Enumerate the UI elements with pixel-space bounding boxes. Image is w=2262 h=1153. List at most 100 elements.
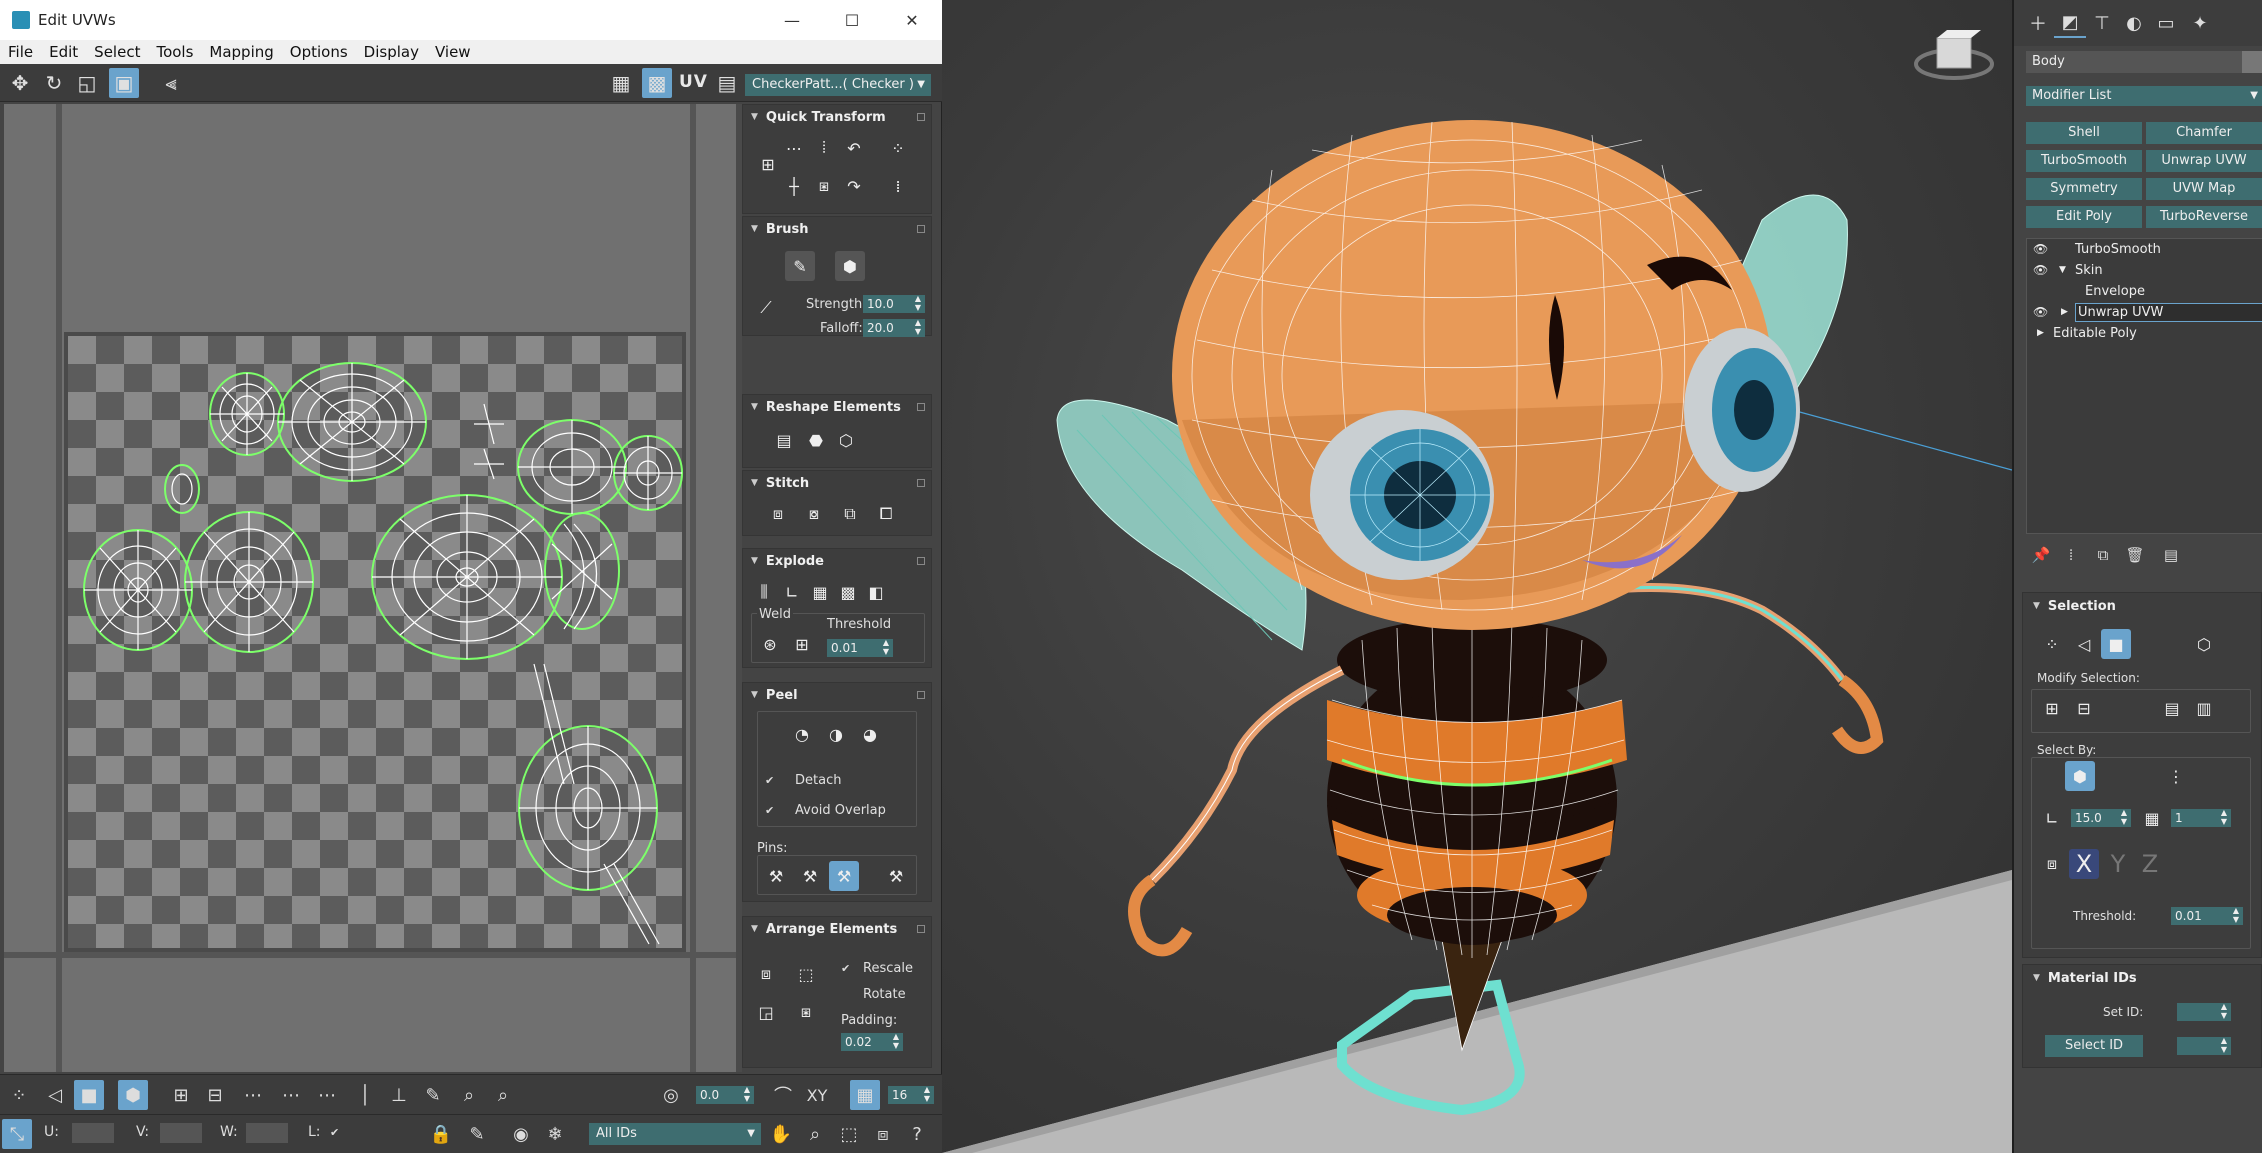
straighten-icon[interactable]: ⧆ (809, 171, 839, 201)
eye-icon[interactable]: 👁 (2033, 260, 2048, 281)
axis-x-button[interactable]: X (2069, 849, 2099, 879)
brush-header[interactable]: ▼ Brush (743, 217, 931, 241)
expand-icon[interactable]: ▶ (2037, 323, 2044, 344)
peel-mode-icon[interactable]: ◑ (821, 719, 851, 749)
vertex-select-icon[interactable]: ⁘ (2037, 629, 2067, 659)
display-tab-icon[interactable]: ▭ (2150, 8, 2182, 38)
checker-map-dropdown[interactable]: CheckerPatt...( Checker ) ▼ (745, 74, 931, 96)
falloff-curve-icon[interactable]: ⌒ (768, 1080, 798, 1110)
menu-display[interactable]: Display (356, 43, 427, 61)
u-field[interactable] (72, 1123, 114, 1143)
polygon-mode-icon[interactable]: ■ (74, 1080, 104, 1110)
stack-item-unwrap-uvw[interactable]: 👁 ▶ Unwrap UVW (2027, 302, 2262, 323)
quick-peel-icon[interactable]: ◔ (787, 719, 817, 749)
weld-selected-icon[interactable]: ⊞ (787, 629, 817, 659)
axis-y-button[interactable]: Y (2103, 849, 2133, 879)
relax-settings-icon[interactable]: ⬡ (831, 425, 861, 455)
paint-move-icon[interactable]: ✎ (785, 251, 815, 281)
grow-icon[interactable]: ⊞ (2037, 693, 2067, 723)
texture-settings-icon[interactable]: ▤ (712, 68, 742, 98)
edge-loop-icon[interactable]: ⋯ (312, 1080, 342, 1110)
pin-tool-icon[interactable]: ⚒ (761, 861, 791, 891)
eye-icon[interactable]: 👁 (2033, 302, 2048, 323)
grid-spinner[interactable]: 16 ▲ ▼ (888, 1085, 934, 1104)
weld-target-icon[interactable]: ⊛ (755, 629, 785, 659)
space-horizontal-icon[interactable]: ⁘ (883, 133, 913, 163)
xy-axis-button[interactable]: XY (802, 1080, 832, 1110)
stack-item-envelope[interactable]: Envelope (2027, 281, 2262, 302)
rotate-ccw-icon[interactable]: ↶ (839, 133, 869, 163)
rescale-checkbox[interactable]: ✔ (841, 963, 853, 975)
stack-item-turbosmooth[interactable]: 👁 TurboSmooth (2027, 239, 2262, 260)
align-cross-icon[interactable]: ┼ (779, 171, 809, 201)
zoom-extents-icon[interactable]: ⧈ (868, 1119, 898, 1149)
create-tab-icon[interactable]: ＋ (2022, 8, 2054, 38)
soft-selection-spinner[interactable]: 0.0 ▲ ▼ (696, 1085, 754, 1104)
modify-tab-icon[interactable]: ◩ (2054, 8, 2086, 38)
material-id-filter-dropdown[interactable]: All IDs ▼ (589, 1123, 761, 1145)
break-icon[interactable]: ⫼ (749, 577, 779, 607)
select-pins-icon[interactable]: ⚒ (881, 861, 911, 891)
brush-falloff-icon[interactable]: ⌕ (488, 1080, 518, 1110)
falloff-spinner[interactable]: 20.0 ▲ ▼ (863, 318, 925, 337)
vertex-mode-icon[interactable]: ⁘ (4, 1080, 34, 1110)
element-select-icon[interactable]: ⬡ (2189, 629, 2219, 659)
angle-spinner[interactable]: 15.0 ▲ ▼ (2071, 808, 2131, 827)
grow-selection-icon[interactable]: ⊞ (166, 1080, 196, 1110)
ring-spinner[interactable]: 1 ▲ ▼ (2171, 808, 2231, 827)
split-by-polygroups-icon[interactable]: ▦ (805, 577, 835, 607)
object-name-field[interactable]: Body (2026, 51, 2248, 73)
w-field[interactable] (246, 1123, 288, 1143)
ring-icon[interactable]: ⋯ (276, 1080, 306, 1110)
menu-edit[interactable]: Edit (41, 43, 86, 61)
soft-selection-icon[interactable]: ◎ (656, 1080, 686, 1110)
expand-icon[interactable]: ▼ (2059, 260, 2066, 281)
hierarchy-tab-icon[interactable]: ⊤ (2086, 8, 2118, 38)
rotate-checkbox[interactable] (841, 989, 853, 1001)
pin-icon[interactable]: ⊥ (384, 1080, 414, 1110)
reshape-header[interactable]: ▼ Reshape Elements (743, 395, 931, 419)
v-field[interactable] (160, 1123, 202, 1143)
mirror-icon[interactable]: ⫷ (156, 68, 186, 98)
pack-settings-icon[interactable]: ⧆ (791, 997, 821, 1027)
checker-icon[interactable]: ▩ (642, 68, 672, 98)
modifier-chamfer-button[interactable]: Chamfer (2146, 122, 2262, 144)
shrink-selection-icon[interactable]: ⊟ (200, 1080, 230, 1110)
material-ids-header[interactable]: ▼ Material IDs (2023, 965, 2261, 991)
avoid-overlap-checkbox[interactable]: ✔ (765, 805, 777, 817)
mirror-select-icon[interactable]: ⧈ (2037, 849, 2067, 879)
stack-item-editable-poly[interactable]: ▶ Editable Poly (2027, 323, 2262, 344)
pack-together-icon[interactable]: ◲ (751, 997, 781, 1027)
loop-select-icon[interactable]: ▤ (2157, 693, 2187, 723)
peel-header[interactable]: ▼ Peel (743, 683, 931, 707)
motion-tab-icon[interactable]: ◐ (2118, 8, 2150, 38)
unpin-tool-icon[interactable]: ⚒ (795, 861, 825, 891)
menu-mapping[interactable]: Mapping (201, 43, 281, 61)
brush-line-icon[interactable]: ⟋ (751, 293, 781, 323)
modifier-shell-button[interactable]: Shell (2026, 122, 2142, 144)
ring-select-icon[interactable]: ▥ (2189, 693, 2219, 723)
stitch-to-target-icon[interactable]: ⧈ (763, 499, 793, 529)
absolute-mode-icon[interactable]: ⤡ (2, 1119, 32, 1149)
weld-threshold-spinner[interactable]: 0.01 ▲ ▼ (827, 638, 893, 657)
selection-header[interactable]: ▼ Selection (2023, 593, 2261, 619)
quick-transform-header[interactable]: ▼ Quick Transform (743, 105, 931, 129)
rotate-cw-icon[interactable]: ↷ (839, 171, 869, 201)
brush-size-icon[interactable]: ⌕ (454, 1080, 484, 1110)
split-by-material-icon[interactable]: ▩ (833, 577, 863, 607)
set-id-spinner[interactable]: ▲ ▼ (2177, 1002, 2231, 1021)
auto-pin-icon[interactable]: ⚒ (829, 861, 859, 891)
angle-icon[interactable]: ∟ (2037, 803, 2067, 833)
scale-icon[interactable]: ◱ (72, 68, 102, 98)
paint-select-icon[interactable]: ✎ (418, 1080, 448, 1110)
polygon-select-icon[interactable]: ■ (2101, 629, 2131, 659)
select-id-spinner[interactable]: ▲ ▼ (2177, 1036, 2231, 1055)
strength-spinner[interactable]: 10.0 ▲ ▼ (863, 294, 925, 313)
expand-icon[interactable]: ▶ (2061, 302, 2068, 323)
perspective-viewport[interactable] (942, 0, 2012, 1153)
rotate-icon[interactable]: ↻ (39, 68, 69, 98)
split-by-seams-icon[interactable]: ◧ (861, 577, 891, 607)
modifier-symmetry-button[interactable]: Symmetry (2026, 178, 2142, 200)
reset-peel-icon[interactable]: ◕ (855, 719, 885, 749)
edge-mode-icon[interactable]: ◁ (40, 1080, 70, 1110)
